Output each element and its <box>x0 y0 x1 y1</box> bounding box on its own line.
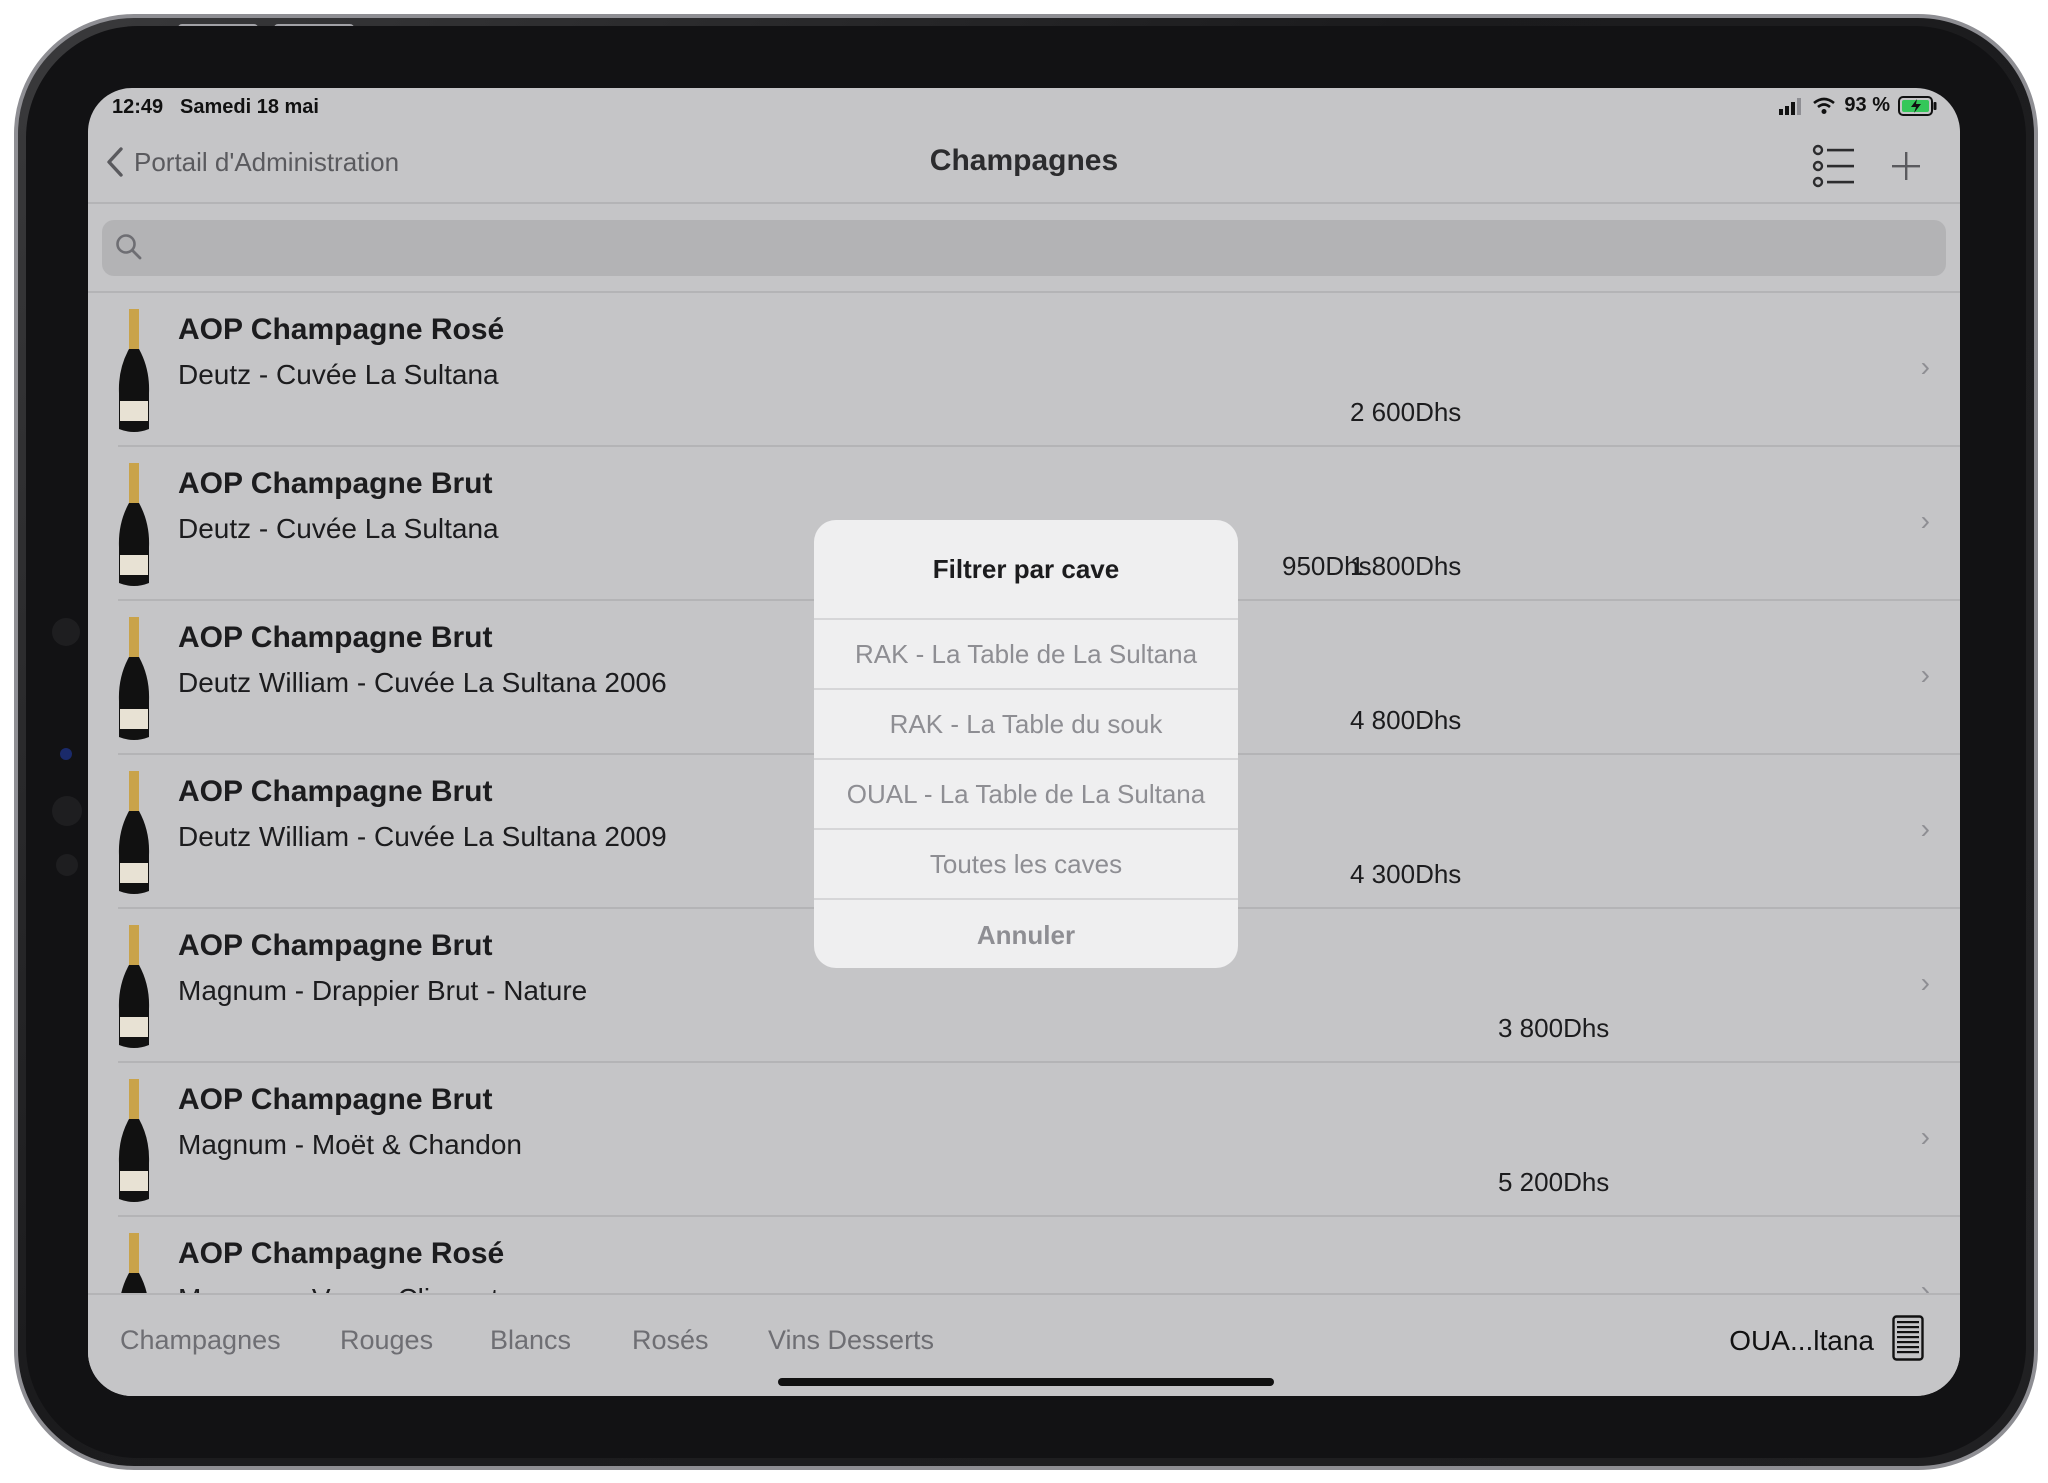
champagne-bottle-icon <box>118 617 150 740</box>
list-filter-icon[interactable] <box>1812 144 1856 188</box>
cancel-button[interactable]: Annuler <box>814 900 1238 968</box>
chevron-right-icon: › <box>1920 1121 1930 1152</box>
status-bar: 12:49 Samedi 18 mai 93 % <box>88 88 1960 128</box>
tab-rouges[interactable]: Rouges <box>340 1325 433 1356</box>
add-icon[interactable] <box>1886 146 1926 186</box>
wine-cellar-icon[interactable] <box>1892 1315 1924 1361</box>
price-magnum: 3 800Dhs <box>1498 1013 1610 1043</box>
sensor-dot <box>60 748 72 760</box>
tab-vins-desserts[interactable]: Vins Desserts <box>768 1325 934 1356</box>
status-date: Samedi 18 mai <box>180 96 319 118</box>
status-time: 12:49 <box>112 96 164 118</box>
wine-title: AOP Champagne Brut <box>178 1083 493 1116</box>
wifi-icon <box>1813 97 1836 114</box>
wine-subtitle: Magnum - Veuve Clicquot <box>178 1279 698 1293</box>
camera-dot <box>52 618 80 646</box>
chevron-right-icon: › <box>1920 813 1930 844</box>
search-input[interactable] <box>154 228 1924 268</box>
battery-charging-icon <box>1898 95 1937 116</box>
screen: 12:49 Samedi 18 mai 93 % Portail d'Admin… <box>88 88 1960 1396</box>
wine-subtitle: Deutz - Cuvée La Sultana <box>178 359 499 390</box>
chevron-right-icon: › <box>1920 967 1930 998</box>
price-magnum: 5 200Dhs <box>1498 1167 1610 1197</box>
sheet-option-rak-souk[interactable]: RAK - La Table du souk <box>814 690 1238 760</box>
wine-title: AOP Champagne Brut <box>178 775 493 808</box>
store-selector[interactable]: OUA...ltana <box>1729 1325 1874 1357</box>
sheet-option-all[interactable]: Toutes les caves <box>814 830 1238 900</box>
search-icon <box>116 234 142 260</box>
price-bottle: 1 800Dhs <box>1350 551 1462 581</box>
wine-subtitle: Magnum - Moët & Chandon <box>178 1129 522 1160</box>
champagne-bottle-icon <box>118 463 150 586</box>
chevron-right-icon: › <box>1920 505 1930 536</box>
champagne-bottle-icon <box>118 771 150 894</box>
list-item[interactable]: AOP Champagne Rosé Deutz - Cuvée La Sult… <box>88 293 1960 447</box>
champagne-bottle-icon <box>118 925 150 1048</box>
wine-title: AOP Champagne Rosé <box>178 1237 505 1270</box>
champagne-bottle-icon <box>118 1079 150 1202</box>
list-item[interactable]: AOP Champagne Rosé Magnum - Veuve Clicqu… <box>88 1217 1960 1293</box>
signal-icon <box>1779 97 1802 115</box>
navigation-bar: Portail d'Administration Champagnes <box>88 128 1960 204</box>
tab-champagnes[interactable]: Champagnes <box>120 1325 281 1356</box>
camera-dot <box>56 854 78 876</box>
chevron-right-icon: › <box>1920 659 1930 690</box>
price-bottle: 4 800Dhs <box>1350 705 1462 735</box>
wine-title: AOP Champagne Brut <box>178 929 493 962</box>
search-bar[interactable] <box>102 220 1946 276</box>
filter-action-sheet: Filtrer par cave RAK - La Table de La Su… <box>814 520 1238 968</box>
champagne-bottle-icon <box>121 1233 147 1293</box>
price-bottle: 4 300Dhs <box>1350 859 1462 889</box>
sheet-option-oual-sultana[interactable]: OUAL - La Table de La Sultana <box>814 760 1238 830</box>
chevron-right-icon: › <box>1920 1275 1930 1293</box>
tab-blancs[interactable]: Blancs <box>490 1325 571 1356</box>
sheet-title: Filtrer par cave <box>814 520 1238 620</box>
price-bottle: 2 600Dhs <box>1350 397 1462 427</box>
camera-dot <box>52 796 82 826</box>
wine-title: AOP Champagne Brut <box>178 467 493 500</box>
wine-title: AOP Champagne Rosé <box>178 313 505 346</box>
wine-subtitle: Deutz - Cuvée La Sultana <box>178 513 499 544</box>
page-title: Champagnes <box>929 144 1119 177</box>
wine-subtitle: Deutz William - Cuvée La Sultana 2006 <box>178 667 667 698</box>
chevron-right-icon: › <box>1920 351 1930 382</box>
list-item[interactable]: AOP Champagne Brut Magnum - Moët & Chand… <box>88 1063 1960 1217</box>
champagne-bottle-icon <box>118 309 150 432</box>
wine-subtitle: Magnum - Drappier Brut - Nature <box>178 975 588 1006</box>
wine-subtitle: Deutz William - Cuvée La Sultana 2009 <box>178 821 667 852</box>
tab-roses[interactable]: Rosés <box>632 1325 709 1356</box>
status-right: 93 % <box>1778 94 1938 117</box>
sheet-option-rak-sultana[interactable]: RAK - La Table de La Sultana <box>814 620 1238 690</box>
home-indicator <box>778 1378 1274 1386</box>
wine-title: AOP Champagne Brut <box>178 621 493 654</box>
battery-percent: 93 % <box>1844 94 1890 116</box>
